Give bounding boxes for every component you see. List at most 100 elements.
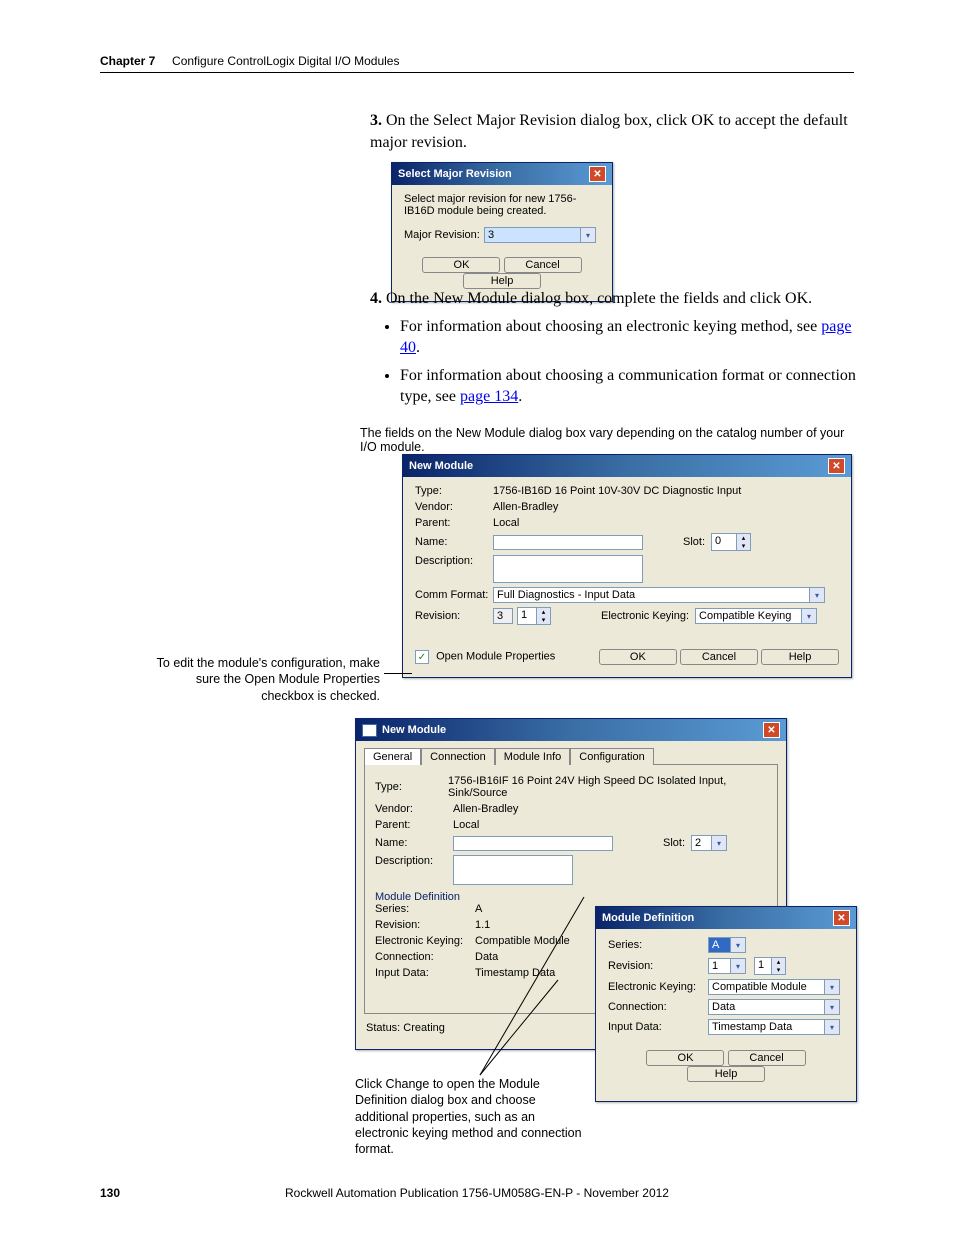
parent-value: Local: [453, 819, 479, 831]
annotation-change-button: Click Change to open the Module Definiti…: [355, 1076, 590, 1157]
select-major-revision-dialog: Select Major Revision ✕ Select major rev…: [391, 162, 613, 302]
help-button[interactable]: Help: [687, 1066, 765, 1082]
dialog-titlebar: New Module ✕: [403, 455, 851, 477]
revision-major-dropdown[interactable]: 1 ▾: [708, 958, 746, 974]
ok-button[interactable]: OK: [422, 257, 500, 273]
publication-info: Rockwell Automation Publication 1756-UM0…: [0, 1186, 954, 1200]
comm-format-dropdown[interactable]: Full Diagnostics - Input Data ▾: [493, 587, 825, 603]
help-button[interactable]: Help: [761, 649, 839, 665]
cancel-button[interactable]: Cancel: [728, 1050, 806, 1066]
series-value: A: [475, 903, 482, 915]
ek-value: Compatible Keying: [696, 609, 801, 623]
step-text: On the New Module dialog box, complete t…: [386, 290, 812, 307]
revision-value: 1.1: [475, 919, 490, 931]
comm-format-label: Comm Format:: [415, 589, 493, 601]
window-icon: [362, 724, 377, 737]
revision-minor-spinner[interactable]: 1 ▴▾: [754, 957, 786, 975]
ek-label: Electronic Keying:: [375, 935, 475, 947]
name-label: Name:: [415, 536, 493, 548]
cancel-button[interactable]: Cancel: [680, 649, 758, 665]
description-input[interactable]: [453, 855, 573, 885]
chevron-down-icon: ▾: [711, 836, 726, 850]
electronic-keying-label: Electronic Keying:: [601, 610, 689, 622]
ok-button[interactable]: OK: [646, 1050, 724, 1066]
module-definition-dialog: Module Definition ✕ Series: A ▾ Revision…: [595, 906, 857, 1102]
close-icon[interactable]: ✕: [763, 722, 780, 738]
tab-configuration[interactable]: Configuration: [570, 748, 653, 765]
bullet-item: For information about choosing an electr…: [400, 316, 860, 359]
input-data-value: Timestamp Data: [475, 967, 555, 979]
slot-label: Slot:: [683, 536, 705, 548]
name-input[interactable]: [493, 535, 643, 550]
tab-general[interactable]: General: [364, 748, 421, 765]
description-input[interactable]: [493, 555, 643, 583]
note-fields-vary: The fields on the New Module dialog box …: [360, 426, 860, 454]
vendor-value: Allen-Bradley: [453, 803, 518, 815]
series-label: Series:: [608, 939, 708, 951]
description-label: Description:: [415, 555, 493, 567]
slot-dropdown[interactable]: 2 ▾: [691, 835, 727, 851]
bullet-item: For information about choosing a communi…: [400, 365, 860, 408]
connection-label: Connection:: [608, 1001, 708, 1013]
chevron-down-icon: ▾: [730, 959, 745, 973]
dialog-title: New Module: [409, 460, 473, 472]
connection-dropdown[interactable]: Data ▾: [708, 999, 840, 1015]
input-data-label: Input Data:: [375, 967, 475, 979]
description-label: Description:: [375, 855, 453, 867]
input-data-label: Input Data:: [608, 1021, 708, 1033]
input-data-value: Timestamp Data: [709, 1020, 824, 1034]
slot-spinner[interactable]: 0 ▴▾: [711, 533, 751, 551]
revision-minor-spinner[interactable]: 1 ▴▾: [517, 607, 551, 625]
chevron-down-icon: ▾: [580, 228, 595, 242]
step-4: 4. On the New Module dialog box, complet…: [370, 288, 860, 414]
chevron-down-icon: ▾: [809, 588, 824, 602]
series-value: A: [709, 938, 730, 952]
type-value: 1756-IB16IF 16 Point 24V High Speed DC I…: [448, 775, 767, 799]
close-icon[interactable]: ✕: [589, 166, 606, 182]
close-icon[interactable]: ✕: [828, 458, 845, 474]
chevron-down-icon: ▾: [824, 980, 839, 994]
type-value: 1756-IB16D 16 Point 10V-30V DC Diagnosti…: [493, 485, 741, 497]
chevron-down-icon: ▾: [737, 542, 750, 550]
tab-module-info[interactable]: Module Info: [495, 748, 570, 765]
step-number: 3.: [370, 112, 382, 129]
slot-value: 2: [692, 836, 711, 850]
step-number: 4.: [370, 290, 382, 307]
vendor-value: Allen-Bradley: [493, 501, 558, 513]
step-3: 3. On the Select Major Revision dialog b…: [370, 110, 860, 153]
close-icon[interactable]: ✕: [833, 910, 850, 926]
ok-button[interactable]: OK: [599, 649, 677, 665]
parent-value: Local: [493, 517, 519, 529]
annotation-line: [384, 673, 412, 674]
revision-label: Revision:: [608, 960, 708, 972]
name-label: Name:: [375, 837, 453, 849]
revision-major: 3: [493, 608, 513, 624]
ek-dropdown[interactable]: Compatible Module ▾: [708, 979, 840, 995]
dialog-title: New Module: [382, 724, 446, 736]
revision-label: Revision:: [415, 610, 493, 622]
revision-label: Revision:: [375, 919, 475, 931]
open-module-properties-checkbox[interactable]: ✓: [415, 650, 429, 664]
connection-label: Connection:: [375, 951, 475, 963]
revision-minor-value: 1: [517, 607, 537, 625]
page-134-link[interactable]: page 134: [460, 388, 518, 405]
page-header: Chapter 7 Configure ControlLogix Digital…: [100, 54, 854, 73]
chapter-title: Configure ControlLogix Digital I/O Modul…: [172, 54, 399, 68]
electronic-keying-dropdown[interactable]: Compatible Keying ▾: [695, 608, 817, 624]
dialog-title: Module Definition: [602, 912, 694, 924]
chevron-down-icon: ▾: [772, 966, 785, 974]
major-revision-dropdown[interactable]: 3 ▾: [484, 227, 596, 243]
cancel-button[interactable]: Cancel: [504, 257, 582, 273]
help-button[interactable]: Help: [463, 273, 541, 289]
name-input[interactable]: [453, 836, 613, 851]
slot-value: 0: [711, 533, 737, 551]
input-data-dropdown[interactable]: Timestamp Data ▾: [708, 1019, 840, 1035]
vendor-label: Vendor:: [415, 501, 493, 513]
tab-connection[interactable]: Connection: [421, 748, 495, 765]
chevron-down-icon: ▾: [824, 1020, 839, 1034]
slot-label: Slot:: [663, 837, 685, 849]
chapter-label: Chapter 7: [100, 54, 155, 68]
annotation-open-properties: To edit the module's configuration, make…: [150, 655, 380, 704]
ek-label: Electronic Keying:: [608, 981, 708, 993]
series-dropdown[interactable]: A ▾: [708, 937, 746, 953]
